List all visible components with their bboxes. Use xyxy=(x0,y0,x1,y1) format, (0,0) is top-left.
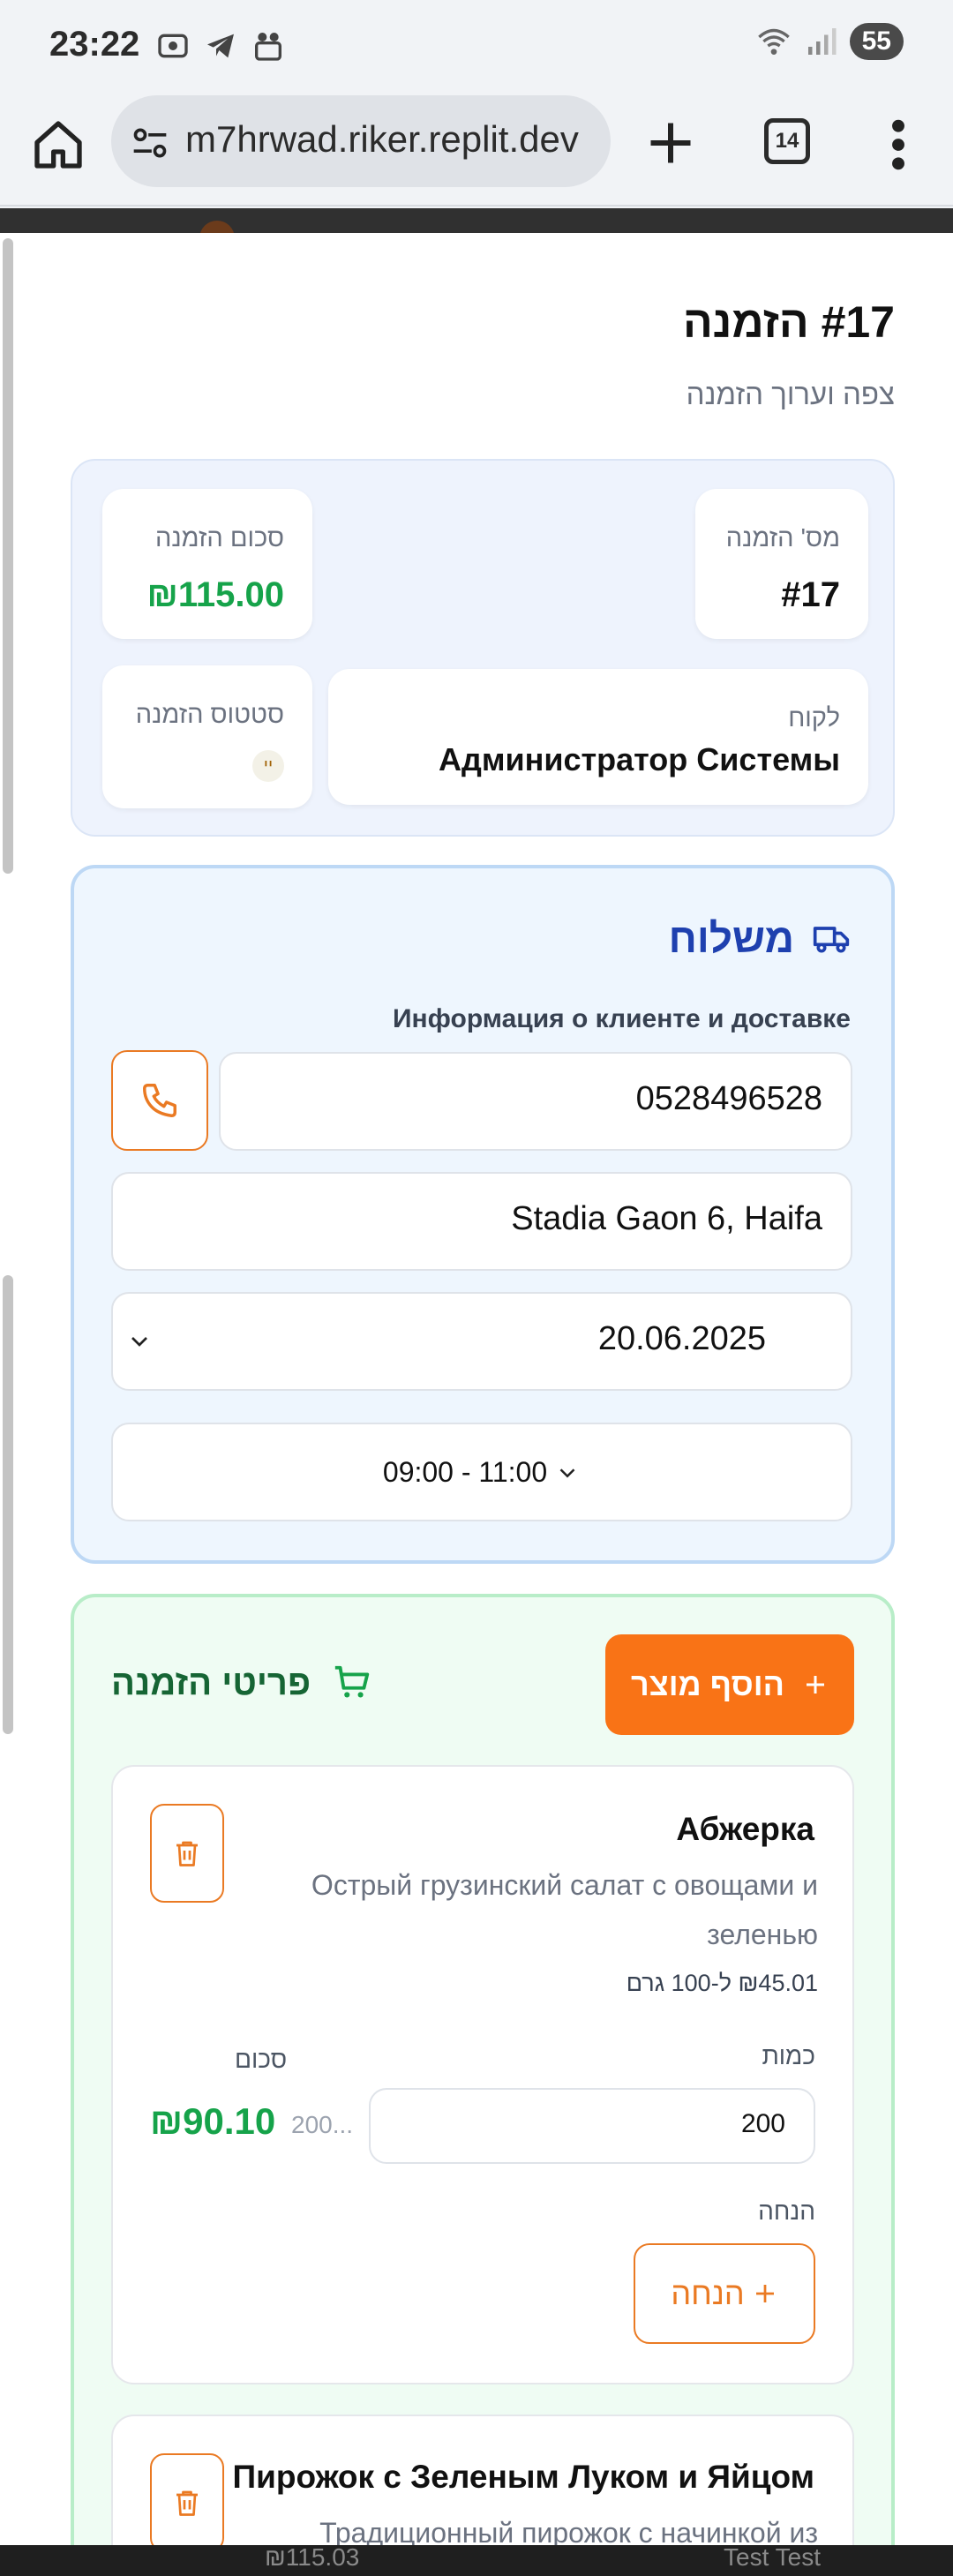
phone-icon xyxy=(143,1084,176,1117)
order-items-title: פריטי הזמנה xyxy=(111,1663,311,1702)
customer-name: Администратор Системы xyxy=(439,741,840,777)
customer-card: לקוח Администратор Системы xyxy=(328,669,868,805)
site-settings-icon[interactable] xyxy=(131,124,169,162)
signal-icon xyxy=(807,28,837,55)
add-discount-label: הנחה xyxy=(671,2275,745,2311)
order-status-card: סטטוס הזמנה יי xyxy=(102,665,312,808)
add-discount-button[interactable]: הנחה xyxy=(634,2243,815,2344)
quantity-input[interactable]: 200 xyxy=(369,2088,815,2164)
add-product-button[interactable]: הוסף מוצר xyxy=(605,1634,854,1735)
delivery-subtitle: Информация о клиенте и доставке xyxy=(392,1004,851,1033)
site-header-strip xyxy=(0,208,953,238)
notification-icon xyxy=(255,33,281,61)
order-items-heading: פריטי הזמנה xyxy=(111,1663,372,1703)
screenshot-icon xyxy=(158,34,188,58)
address-bar[interactable]: m7hrwad.riker.replit.dev xyxy=(111,95,611,187)
phone-value: 0528496528 xyxy=(635,1080,822,1117)
product-name: Пирожок с Зеленым Луком и Яйцом xyxy=(232,2459,815,2495)
date-value: 20.06.2025 xyxy=(597,1320,766,1357)
url-text: m7hrwad.riker.replit.dev xyxy=(185,118,579,160)
battery-indicator: 55 xyxy=(849,23,904,60)
chevron-down-icon xyxy=(131,1337,147,1347)
new-tab-icon[interactable] xyxy=(644,116,697,169)
call-button[interactable] xyxy=(111,1050,208,1151)
order-status-label: סטטוס הזמנה xyxy=(135,701,284,729)
tab-switcher-button[interactable]: 14 xyxy=(764,118,810,164)
order-number-value: #17 xyxy=(781,575,840,614)
scrollbar[interactable] xyxy=(3,238,13,874)
cart-icon xyxy=(334,1665,370,1698)
date-select[interactable]: 20.06.2025 xyxy=(111,1292,852,1391)
customer-label: לקוח xyxy=(788,704,840,732)
order-number-label: מס' הזמנה xyxy=(725,524,840,552)
line-total: ₪90.10 xyxy=(150,2100,276,2142)
bottom-total: ₪115.03 xyxy=(265,2543,360,2571)
clock: 23:22 xyxy=(49,25,140,64)
truck-icon xyxy=(813,927,850,953)
trash-icon xyxy=(176,2490,198,2516)
sum-hint: 200... xyxy=(291,2111,354,2138)
more-menu-icon[interactable] xyxy=(882,116,914,173)
time-slot-select[interactable]: 09:00 - 11:00 xyxy=(111,1423,852,1521)
order-number-card: מס' הזמנה #17 xyxy=(695,489,868,639)
page-subtitle: צפה וערוך הזמנה xyxy=(686,378,895,410)
delivery-heading: משלוח xyxy=(669,914,851,962)
discount-label: הנחה xyxy=(758,2197,815,2225)
quantity-value: 200 xyxy=(740,2109,785,2138)
order-total-value: ₪115.00 xyxy=(146,575,285,614)
address-value: Stadia Gaon 6, Haifa xyxy=(511,1200,822,1237)
wifi-icon xyxy=(757,28,790,55)
product-name: Абжерка xyxy=(676,1811,814,1847)
product-description: Острый грузинский салат с овощами и зеле… xyxy=(311,1869,818,1950)
trash-icon xyxy=(176,1841,198,1866)
chevron-down-icon xyxy=(559,1468,575,1478)
delete-product-button[interactable] xyxy=(150,1804,224,1903)
bottom-summary-bar: ₪115.03 Test Test xyxy=(0,2543,953,2576)
scrollbar-secondary[interactable] xyxy=(3,1275,13,1734)
add-product-label: הוסף מוצר xyxy=(631,1666,784,1702)
phone-input[interactable]: 0528496528 xyxy=(219,1052,852,1151)
status-badge: יי xyxy=(252,750,284,782)
order-summary: סכום הזמנה ₪115.00 מס' הזמנה #17 סטטוס ה… xyxy=(71,459,895,837)
delete-product-button[interactable] xyxy=(150,2453,224,2552)
quantity-label: כמות xyxy=(762,2042,815,2069)
page-title: #17 הזמנה xyxy=(682,297,895,347)
delivery-title: משלוח xyxy=(668,915,794,961)
sum-label: סכום xyxy=(235,2046,288,2073)
plus-icon xyxy=(806,1676,824,1694)
status-bar: 23:22 55 xyxy=(0,0,953,92)
telegram-icon xyxy=(207,34,234,58)
product-price: ₪45.01 ל-100 גרם xyxy=(626,1970,818,1996)
bottom-customer: Test Test xyxy=(724,2543,821,2571)
browser-toolbar: m7hrwad.riker.replit.dev 14 xyxy=(0,92,953,207)
time-slot-value: 09:00 - 11:00 xyxy=(382,1456,548,1488)
home-icon[interactable] xyxy=(30,116,86,173)
address-input[interactable]: Stadia Gaon 6, Haifa xyxy=(111,1172,852,1271)
plus-icon xyxy=(755,2285,774,2302)
order-total-card: סכום הזמנה ₪115.00 xyxy=(102,489,312,639)
order-total-label: סכום הזמנה xyxy=(155,524,284,552)
